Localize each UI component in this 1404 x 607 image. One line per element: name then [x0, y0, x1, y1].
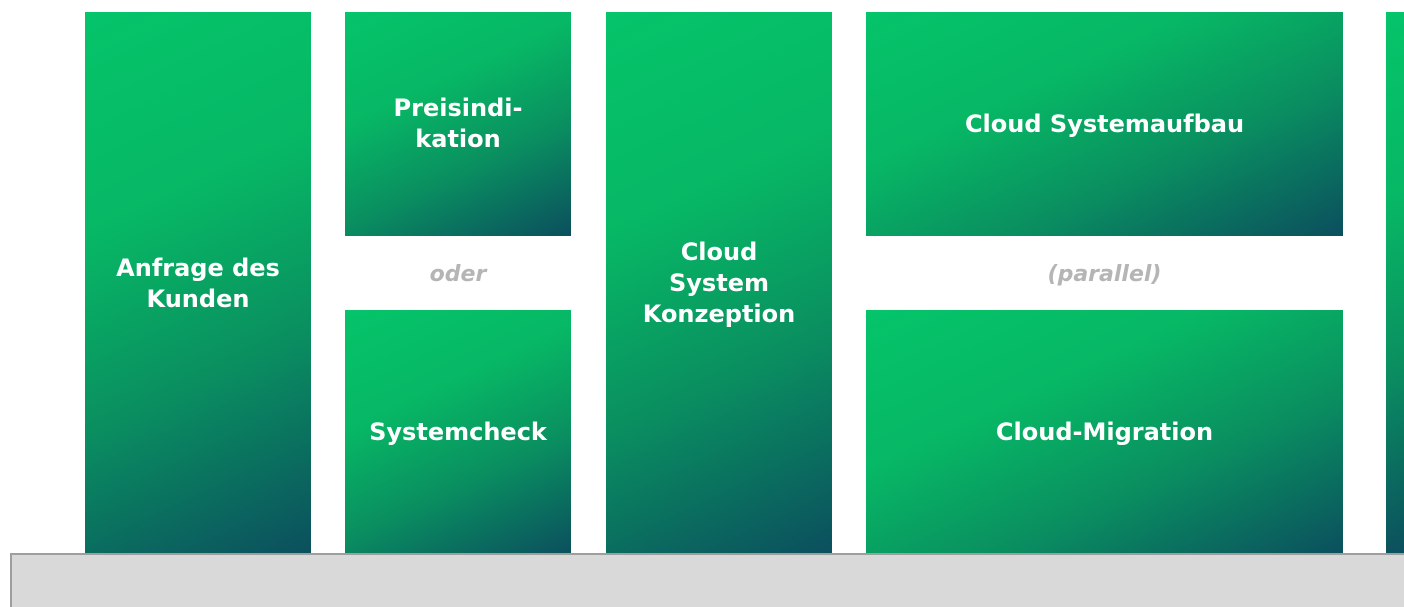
step-anfrage-label: Anfrage des Kunden — [116, 253, 280, 313]
step-systemcheck: Systemcheck — [345, 310, 571, 555]
connector-oder: oder — [429, 262, 487, 287]
step-migration-label: Cloud-Migration — [995, 418, 1214, 446]
bottom-panel — [10, 553, 1404, 607]
process-diagram: Anfrage des Kunden Preisindi- kation ode… — [0, 0, 1404, 607]
step-systemaufbau-label: Cloud Systemaufbau — [964, 109, 1245, 138]
step-cloud-system-konzeption: Cloud System Konzeption — [606, 12, 832, 555]
step-cloud-systemaufbau: Cloud Systemaufbau — [866, 12, 1343, 236]
step-cloud-migration: Cloud-Migration — [866, 310, 1343, 555]
connector-parallel: (parallel) — [1047, 262, 1162, 287]
step-preisindikation-label: Preisindi- kation — [393, 94, 523, 153]
step-systemcheck-label: Systemcheck — [369, 418, 547, 446]
step-preisindikation: Preisindi- kation — [345, 12, 571, 236]
step-next-partial — [1386, 12, 1404, 555]
step-anfrage-des-kunden: Anfrage des Kunden — [85, 12, 311, 555]
step-konzeption-label: Cloud System Konzeption — [642, 238, 796, 328]
